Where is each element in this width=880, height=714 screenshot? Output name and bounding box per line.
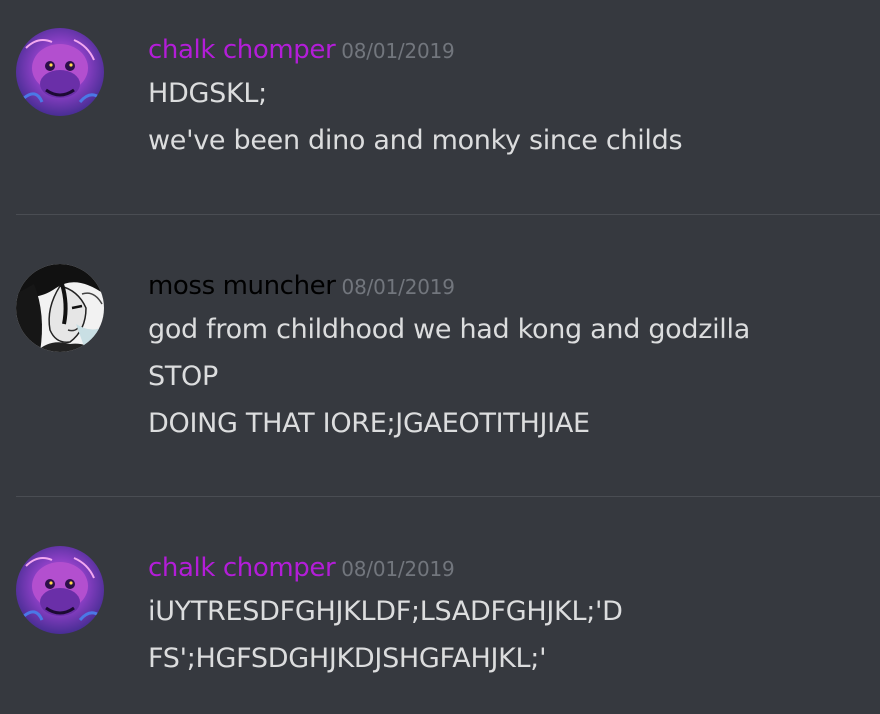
- message-line: iUYTRESDFGHJKLDF;LSADFGHJKL;'D: [148, 596, 623, 627]
- user-avatar[interactable]: [16, 264, 104, 352]
- message-line: FS';HGFSDGHJKDJSHGFAHJKL;': [148, 643, 547, 674]
- purple-gorilla-avatar-icon: [16, 28, 104, 116]
- message-line: god from childhood we had kong and godzi…: [148, 314, 750, 345]
- timestamp: 08/01/2019: [341, 275, 455, 299]
- message-divider: [16, 214, 880, 215]
- timestamp: 08/01/2019: [341, 39, 455, 63]
- message-line: STOP: [148, 361, 218, 392]
- username[interactable]: chalk chomper: [148, 553, 336, 583]
- anime-character-avatar-icon: [16, 264, 104, 352]
- message-header: chalk chomper 08/01/2019: [148, 30, 864, 70]
- message-line: we've been dino and monky since childs: [148, 125, 683, 156]
- message-line: DOING THAT IORE;JGAEOTITHJIAE: [148, 408, 590, 439]
- message-header: moss muncher 08/01/2019: [148, 266, 864, 306]
- user-avatar[interactable]: [16, 546, 104, 634]
- purple-gorilla-avatar-icon: [16, 546, 104, 634]
- message-divider: [16, 496, 880, 497]
- user-avatar[interactable]: [16, 28, 104, 116]
- message-header: chalk chomper 08/01/2019: [148, 548, 864, 588]
- message-line: HDGSKL;: [148, 78, 267, 109]
- username[interactable]: moss muncher: [148, 271, 336, 301]
- timestamp: 08/01/2019: [341, 557, 455, 581]
- username[interactable]: chalk chomper: [148, 35, 336, 65]
